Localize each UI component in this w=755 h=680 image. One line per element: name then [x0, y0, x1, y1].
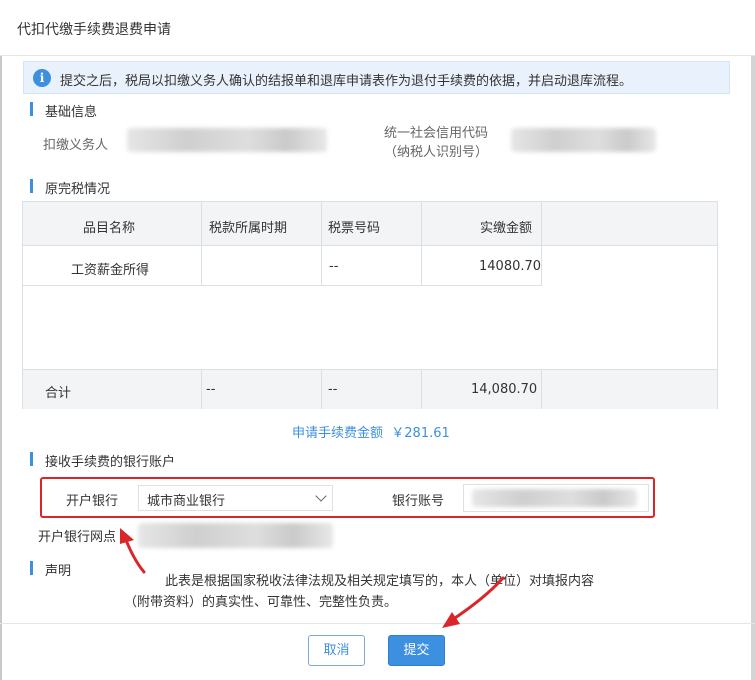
total-amount: 14,080.70 — [471, 382, 538, 397]
col-divider — [541, 370, 542, 409]
section-bar — [30, 561, 33, 575]
withholder-value-redacted — [127, 128, 327, 152]
credit-code-value-redacted — [511, 128, 656, 152]
row-paid-amount: 14080.70 — [479, 259, 542, 274]
col-divider — [321, 370, 322, 409]
header-paid-amount: 实缴金额 — [480, 221, 533, 236]
section-basic-info-title: 基础信息 — [45, 105, 98, 120]
header-item-name: 品目名称 — [83, 221, 136, 236]
section-bar — [30, 102, 33, 116]
col-divider — [201, 370, 202, 409]
bank-select-value: 城市商业银行 — [147, 494, 226, 509]
bank-select[interactable]: 城市商业银行 — [138, 485, 333, 511]
row-item-name: 工资薪金所得 — [71, 263, 150, 278]
header-tax-period: 税款所属时期 — [209, 221, 288, 236]
declaration-line-1: 此表是根据国家税收法律法规及相关规定填写的，本人（单位）对填报内容 — [165, 574, 595, 589]
section-bar — [30, 452, 33, 466]
declaration-line-2: （附带资料）的真实性、可靠性、完整性负责。 — [124, 595, 398, 610]
col-divider — [201, 202, 202, 286]
withholder-label: 扣缴义务人 — [43, 138, 109, 153]
col-divider — [321, 202, 322, 286]
section-tax-status-title: 原完税情况 — [45, 182, 111, 197]
window-left-border — [0, 0, 2, 680]
account-value-redacted — [472, 489, 637, 507]
dialog-titlebar: 代扣代缴手续费退费申请 — [0, 0, 755, 56]
branch-label: 开户银行网点 — [38, 530, 117, 545]
col-divider — [421, 370, 422, 409]
fee-amount: ￥281.61 — [391, 426, 450, 441]
dialog-title: 代扣代缴手续费退费申请 — [17, 22, 171, 38]
credit-code-label: 统一社会信用代码 — [384, 126, 489, 141]
info-icon: i — [33, 69, 51, 87]
total-ticket: -- — [328, 382, 338, 397]
footer-divider — [0, 623, 755, 624]
section-bar — [30, 179, 33, 193]
notice-text: 提交之后，税局以扣缴义务人确认的结报单和退库申请表作为退付手续费的依据，并启动退… — [60, 74, 633, 89]
bank-label: 开户银行 — [66, 494, 119, 509]
account-label: 银行账号 — [392, 494, 445, 509]
header-ticket-number: 税票号码 — [328, 221, 381, 236]
table-total-row: 合计 -- -- 14,080.70 — [23, 369, 717, 409]
row-ticket-number: -- — [329, 259, 339, 274]
tax-table: 品目名称 税款所属时期 税票号码 实缴金额 工资薪金所得 -- 14080.70… — [22, 201, 718, 409]
fee-amount-line: 申请手续费金额 ￥281.61 — [292, 422, 450, 441]
bank-account-input[interactable] — [463, 484, 649, 512]
col-divider — [541, 202, 542, 286]
table-header: 品目名称 税款所属时期 税票号码 实缴金额 — [23, 202, 717, 246]
section-declaration-title: 声明 — [45, 564, 72, 579]
branch-input-redacted[interactable] — [138, 523, 333, 548]
submit-button[interactable]: 提交 — [388, 635, 445, 666]
col-divider — [421, 202, 422, 286]
total-period: -- — [206, 382, 216, 397]
credit-code-sublabel: （纳税人识别号） — [384, 145, 489, 160]
total-label: 合计 — [45, 386, 72, 401]
row-divider — [23, 285, 542, 286]
section-bank-account-title: 接收手续费的银行账户 — [45, 455, 176, 470]
window-right-border — [751, 0, 755, 680]
chevron-down-icon — [315, 490, 327, 502]
notice-banner: i 提交之后，税局以扣缴义务人确认的结报单和退库申请表作为退付手续费的依据，并启… — [23, 61, 730, 94]
cancel-button[interactable]: 取消 — [308, 635, 365, 666]
fee-label: 申请手续费金额 — [292, 426, 384, 441]
